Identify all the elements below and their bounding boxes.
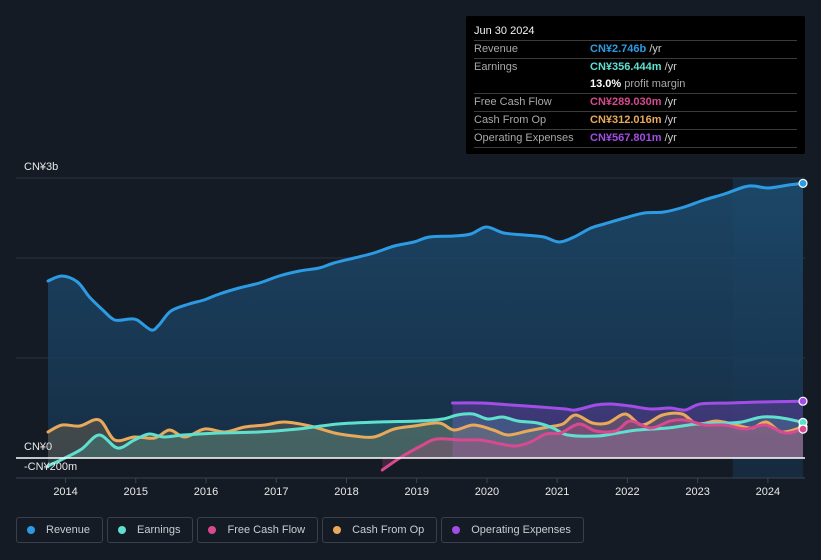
legend-item-operating-expenses[interactable]: Operating Expenses: [441, 517, 584, 543]
operating-expenses-endpoint[interactable]: [798, 396, 808, 406]
x-tick-label: 2019: [404, 486, 428, 498]
tooltip-date: Jun 30 2024: [474, 22, 797, 41]
x-tick-label: 2014: [53, 486, 77, 498]
legend-item-cash-from-op[interactable]: Cash From Op: [322, 517, 438, 543]
tooltip-row-label: Cash From Op: [474, 114, 547, 126]
legend-item-revenue[interactable]: Revenue: [16, 517, 104, 543]
tooltip-row: Earnings CN¥356.444m /yr: [474, 59, 797, 76]
x-tick-label: 2018: [334, 486, 358, 498]
x-tick-label: 2017: [264, 486, 288, 498]
legend-label: Earnings: [137, 524, 181, 536]
legend-label: Operating Expenses: [471, 524, 571, 536]
tooltip-row-value: 13.0% profit margin: [590, 78, 686, 90]
earnings-dot-icon: [118, 526, 127, 534]
y-label-bottom: -CN¥200m: [24, 461, 77, 473]
tooltip-row: Revenue CN¥2.746b /yr: [474, 41, 797, 59]
series-areas: [48, 183, 803, 470]
revenue-endpoint[interactable]: [798, 178, 808, 188]
tooltip: Jun 30 2024 Revenue CN¥2.746b /yr Earnings…: [466, 16, 805, 154]
tooltip-row-value: CN¥2.746b /yr: [590, 43, 662, 55]
operating-expenses-dot-icon: [452, 526, 461, 534]
tooltip-row-value: CN¥312.016m /yr: [590, 114, 677, 126]
x-tick-label: 2021: [545, 486, 569, 498]
x-tick-label: 2015: [124, 486, 148, 498]
x-tick-label: 2016: [194, 486, 218, 498]
y-label-top: CN¥3b: [24, 161, 58, 173]
tooltip-row-label: Revenue: [474, 43, 519, 55]
legend-item-free-cash-flow[interactable]: Free Cash Flow: [197, 517, 319, 543]
x-tick-label: 2024: [756, 486, 780, 498]
tooltip-row-label: [474, 76, 590, 93]
legend-label: Cash From Op: [352, 524, 425, 536]
legend-label: Revenue: [46, 524, 91, 536]
tooltip-row-value: CN¥567.801m /yr: [590, 132, 677, 144]
tooltip-row: Operating Expenses CN¥567.801m /yr: [474, 130, 797, 148]
x-ticks: 2014 2015 2016 2017 2018 2019 2020 2021 2022 2023…: [53, 478, 780, 498]
legend-label: Free Cash Flow: [227, 524, 306, 536]
cash-from-op-dot-icon: [333, 526, 342, 534]
revenue-dot-icon: [27, 526, 35, 534]
tooltip-row-label: Operating Expenses: [474, 132, 574, 144]
tooltip-row: Free Cash Flow CN¥289.030m /yr: [474, 94, 797, 112]
x-tick-label: 2020: [475, 486, 499, 498]
tooltip-row-value: CN¥289.030m /yr: [590, 96, 677, 108]
free-cash-flow-endpoint[interactable]: [798, 424, 808, 434]
x-tick-label: 2022: [615, 486, 639, 498]
tooltip-row: Cash From Op CN¥312.016m /yr: [474, 112, 797, 130]
legend: Revenue Earnings Free Cash Flow Cash Fro…: [16, 517, 584, 543]
y-label-zero: CN¥0: [24, 441, 52, 453]
tooltip-row: 13.0% profit margin: [474, 76, 797, 94]
legend-item-earnings[interactable]: Earnings: [107, 517, 194, 543]
x-tick-label: 2023: [685, 486, 709, 498]
free-cash-flow-dot-icon: [208, 526, 217, 534]
tooltip-row-label: Earnings: [474, 61, 518, 73]
tooltip-row-label: Free Cash Flow: [474, 96, 552, 108]
tooltip-row-value: CN¥356.444m /yr: [590, 61, 677, 73]
